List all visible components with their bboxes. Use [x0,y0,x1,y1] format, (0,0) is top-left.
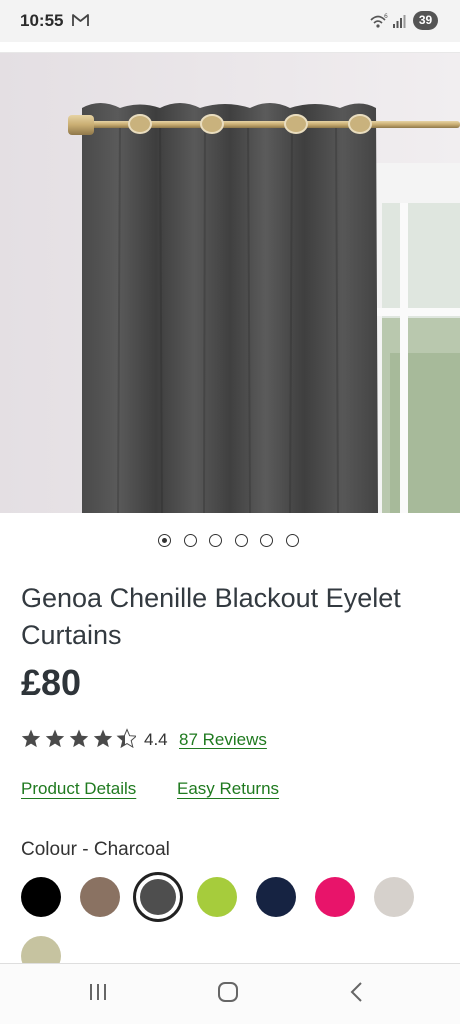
status-time: 10:55 [20,11,64,30]
svg-text:6: 6 [384,13,388,20]
status-bar: 10:55 6 39 [0,0,460,42]
system-nav-bar [0,964,460,1024]
swatch-lime[interactable] [197,877,237,917]
curtain-photo [0,53,460,513]
swatch-black[interactable] [21,877,61,917]
reviews-link[interactable]: 87 Reviews [179,730,267,750]
gallery-dot[interactable] [260,534,273,547]
gallery-dot[interactable] [285,534,299,547]
gallery-pagination [158,534,308,550]
gallery-dot[interactable] [209,534,222,547]
signal-icon [393,15,406,28]
back-icon[interactable] [345,980,369,1004]
swatch-grey[interactable] [374,877,414,917]
battery-indicator: 39 [413,11,438,30]
star-icon [69,729,89,748]
swatch-mink[interactable] [80,877,120,917]
gallery-dot[interactable] [158,534,171,547]
swatch-navy[interactable] [256,877,296,917]
product-image[interactable] [0,53,460,513]
home-icon[interactable] [216,980,240,1004]
star-icon [93,729,113,748]
recents-icon[interactable] [86,980,110,1004]
info-links: Product Details Easy Returns [21,779,441,803]
gallery-dot[interactable] [234,534,248,547]
colour-swatches [0,870,460,976]
product-details-link[interactable]: Product Details [21,779,136,799]
star-half-icon [117,729,136,748]
swatch-pink[interactable] [315,877,355,917]
product-price: £80 [21,662,82,703]
easy-returns-link[interactable]: Easy Returns [177,779,279,799]
gmail-icon [72,14,89,26]
star-icon [21,729,41,748]
star-rating [21,729,136,748]
swatch-charcoal[interactable] [133,872,183,922]
rating-value: 4.4 [144,730,168,749]
gallery-dot[interactable] [183,534,197,547]
star-icon [45,729,65,748]
rating-row: 4.4 87 Reviews [21,727,341,753]
colour-label: Colour - Charcoal [21,839,170,860]
product-title: Genoa Chenille Blackout Eyelet Curtains [21,583,401,650]
wifi-icon: 6 [370,13,388,28]
